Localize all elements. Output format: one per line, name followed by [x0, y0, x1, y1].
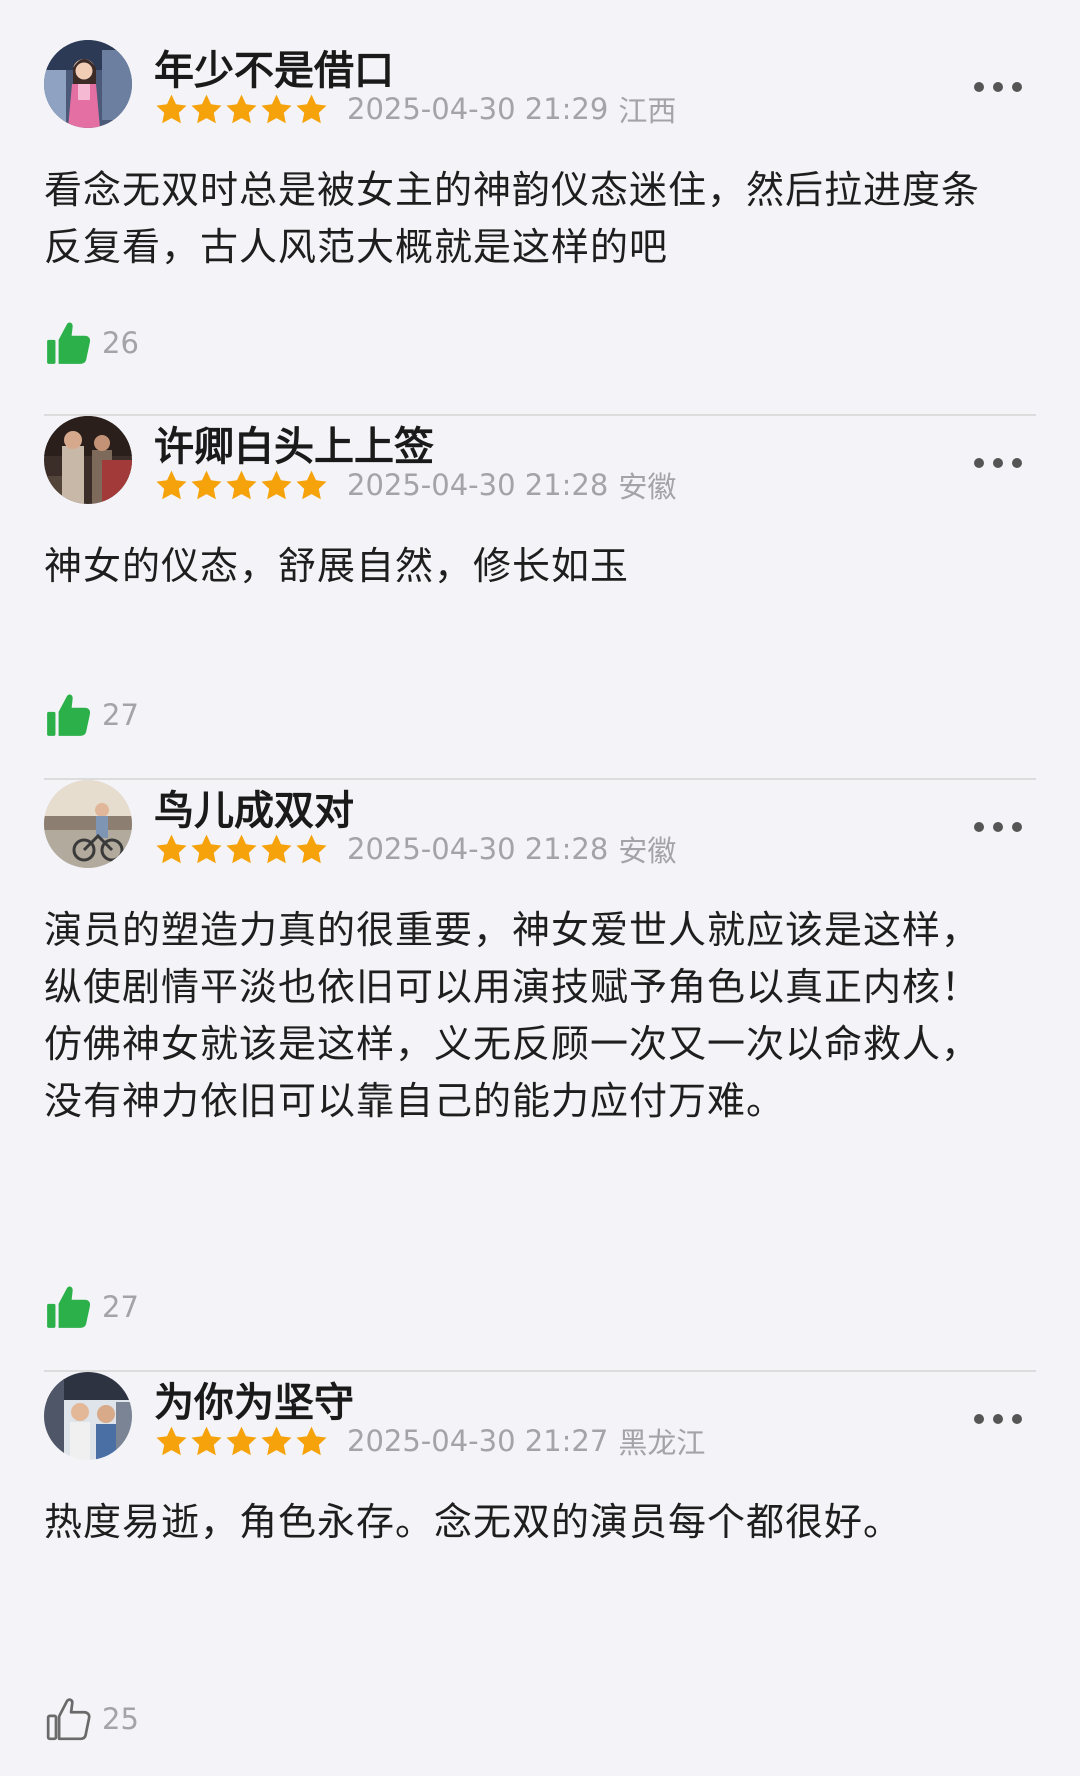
user-avatar-icon[interactable]	[44, 416, 132, 504]
comment-text: 演员的塑造力真的很重要，神女爱世人就应该是这样，纵使剧情平淡也依旧可以用演技赋予…	[44, 908, 981, 1123]
star-icon	[189, 92, 224, 127]
star-icon	[294, 832, 329, 867]
like-button[interactable]: 27	[44, 1282, 139, 1332]
like-count: 25	[102, 1702, 139, 1736]
comment-meta: 2025-04-30 21:28 安徽	[154, 832, 676, 868]
more-options-icon[interactable]	[974, 1412, 1022, 1426]
username[interactable]: 为你为坚守	[154, 1370, 354, 1428]
star-icon	[294, 1424, 329, 1459]
comment-header: 鸟儿成双对 2025-04-30 21:28 安徽	[44, 780, 1036, 870]
user-avatar-icon[interactable]	[44, 1372, 132, 1460]
like-button[interactable]: 26	[44, 318, 139, 368]
comment-location: 安徽	[618, 470, 677, 504]
star-icon	[189, 468, 224, 503]
like-button[interactable]: 25	[44, 1694, 139, 1744]
star-icon	[259, 1424, 294, 1459]
like-count: 27	[102, 1290, 139, 1324]
comment-location: 安徽	[618, 834, 677, 868]
star-icon	[189, 832, 224, 867]
comment-location: 江西	[618, 94, 677, 128]
user-avatar-icon[interactable]	[44, 40, 132, 128]
comment-header: 许卿白头上上签 2025-04-30 21:28 安徽	[44, 416, 1036, 506]
thumbs-up-outline-icon[interactable]	[44, 1694, 94, 1744]
star-icon	[259, 832, 294, 867]
comment-header: 为你为坚守 2025-04-30 21:27 黑龙江	[44, 1372, 1036, 1462]
star-icon	[294, 468, 329, 503]
like-count: 26	[102, 326, 139, 360]
rating-stars	[154, 92, 329, 127]
star-icon	[259, 468, 294, 503]
comment-datetime: 2025-04-30 21:29	[347, 92, 609, 126]
comment-meta: 2025-04-30 21:29 江西	[154, 92, 676, 128]
rating-stars	[154, 468, 329, 503]
star-icon	[154, 1424, 189, 1459]
comment-datetime: 2025-04-30 21:28	[347, 468, 609, 502]
star-icon	[154, 92, 189, 127]
like-button[interactable]: 27	[44, 690, 139, 740]
more-options-icon[interactable]	[974, 456, 1022, 470]
comment-meta: 2025-04-30 21:28 安徽	[154, 468, 676, 504]
thumbs-up-icon[interactable]	[44, 690, 94, 740]
more-options-icon[interactable]	[974, 820, 1022, 834]
comment-list: 年少不是借口 2025-04-30 21:29 江西 看念无双时总是被女主的神韵…	[0, 0, 1080, 1774]
star-icon	[154, 468, 189, 503]
rating-stars	[154, 1424, 329, 1459]
star-icon	[224, 1424, 259, 1459]
comment-text: 看念无双时总是被女主的神韵仪态迷住，然后拉进度条反复看，古人风范大概就是这样的吧	[44, 168, 981, 269]
rating-stars	[154, 832, 329, 867]
more-options-icon[interactable]	[974, 80, 1022, 94]
comment-meta: 2025-04-30 21:27 黑龙江	[154, 1424, 705, 1460]
comment-item: 为你为坚守 2025-04-30 21:27 黑龙江 热度易逝，角色永存。念无双…	[44, 1370, 1036, 1774]
comment-item: 年少不是借口 2025-04-30 21:29 江西 看念无双时总是被女主的神韵…	[0, 0, 1080, 414]
star-icon	[224, 468, 259, 503]
thumbs-up-icon[interactable]	[44, 1282, 94, 1332]
username[interactable]: 鸟儿成双对	[154, 778, 354, 836]
username[interactable]: 年少不是借口	[154, 38, 394, 96]
star-icon	[189, 1424, 224, 1459]
comment-datetime: 2025-04-30 21:28	[347, 832, 609, 866]
like-count: 27	[102, 698, 139, 732]
comment-text: 热度易逝，角色永存。念无双的演员每个都很好。	[44, 1500, 903, 1544]
star-icon	[224, 832, 259, 867]
comment-text: 神女的仪态，舒展自然，修长如玉	[44, 544, 630, 588]
star-icon	[224, 92, 259, 127]
comment-item: 许卿白头上上签 2025-04-30 21:28 安徽 神女的仪态，舒展自然，修…	[44, 414, 1036, 778]
comment-item: 鸟儿成双对 2025-04-30 21:28 安徽 演员的塑造力真的很重要，神女…	[44, 778, 1036, 1370]
comment-location: 黑龙江	[618, 1426, 706, 1460]
star-icon	[259, 92, 294, 127]
thumbs-up-icon[interactable]	[44, 318, 94, 368]
star-icon	[294, 92, 329, 127]
username[interactable]: 许卿白头上上签	[154, 414, 434, 472]
user-avatar-icon[interactable]	[44, 780, 132, 868]
comment-datetime: 2025-04-30 21:27	[347, 1424, 609, 1458]
comment-header: 年少不是借口 2025-04-30 21:29 江西	[44, 40, 1036, 130]
star-icon	[154, 832, 189, 867]
